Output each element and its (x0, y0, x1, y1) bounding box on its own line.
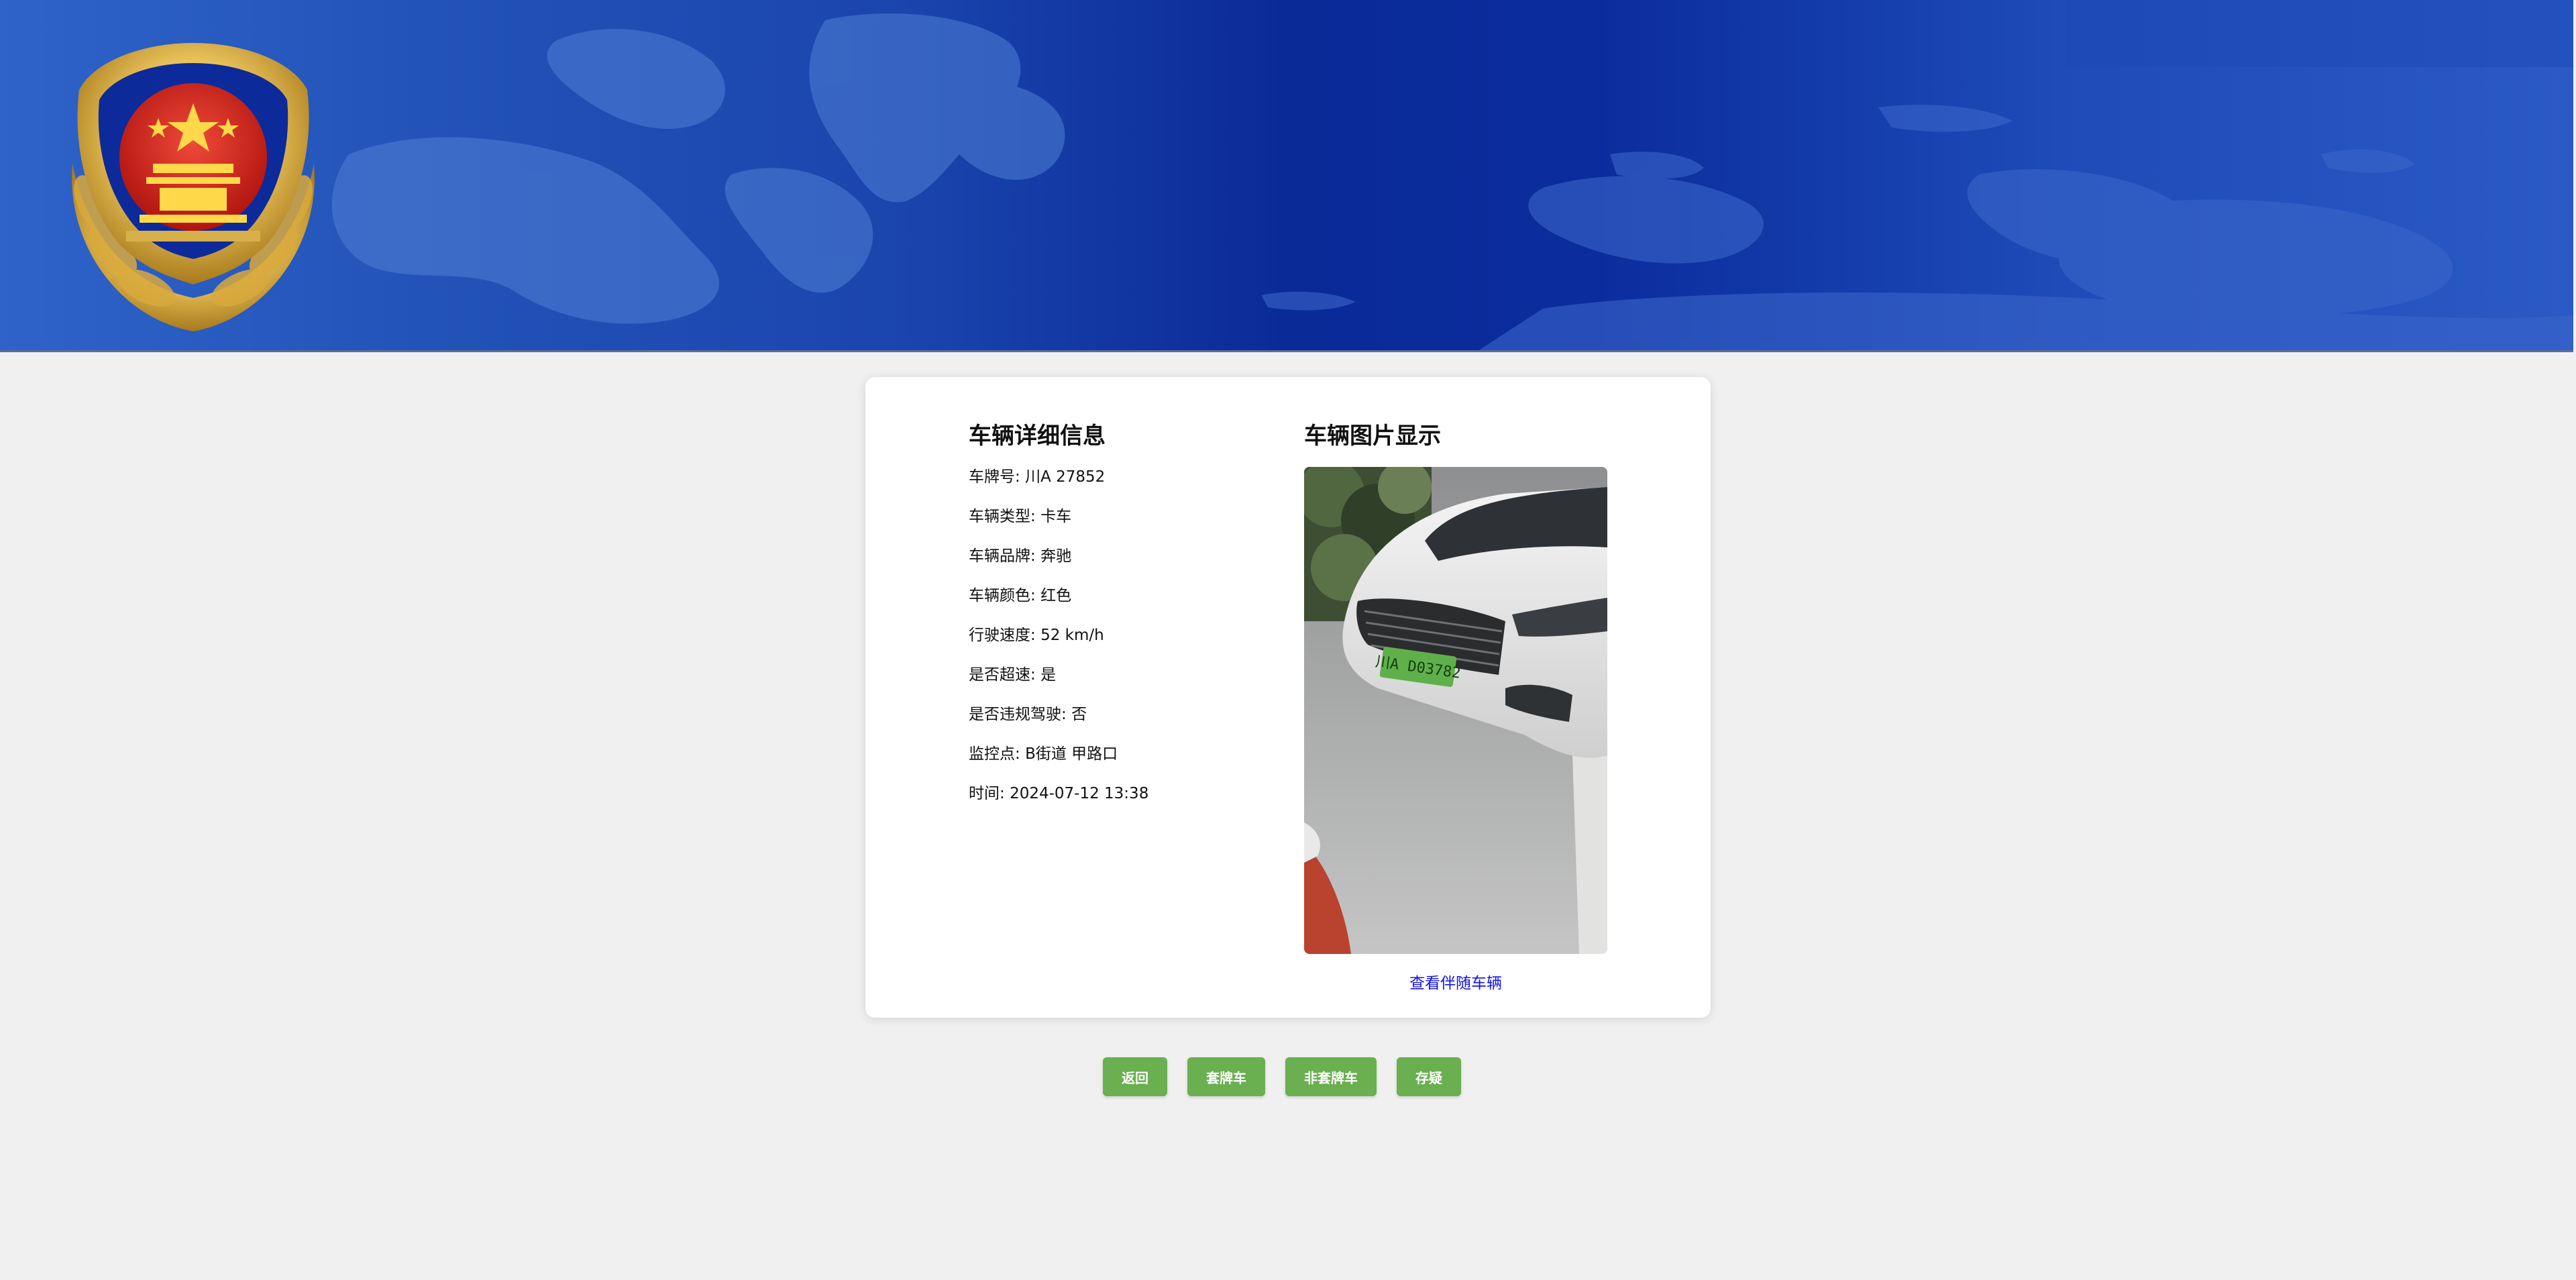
vehicle-brand-value: 奔驰 (1040, 547, 1072, 565)
field-label: 是否违规驾驶 (969, 706, 1071, 723)
vehicle-color-value: 红色 (1040, 587, 1072, 604)
world-map-background (331, 0, 2573, 350)
field-label: 是否超速 (969, 666, 1040, 684)
field-label: 车辆品牌 (969, 547, 1040, 565)
not-cloned-plate-button[interactable]: 非套牌车 (1285, 1057, 1377, 1096)
vehicle-detail-card: 车辆详细信息 车牌号川A 27852 车辆类型卡车 车辆品牌奔驰 车辆颜色红色 … (865, 377, 1711, 1018)
vehicle-color-row: 车辆颜色红色 (969, 586, 1264, 625)
field-label: 车牌号 (969, 468, 1025, 486)
field-label: 行驶速度 (969, 627, 1040, 644)
cloned-plate-button[interactable]: 套牌车 (1187, 1057, 1265, 1096)
vehicle-image-title: 车辆图片显示 (1304, 423, 1441, 449)
suspicious-button[interactable]: 存疑 (1397, 1057, 1461, 1096)
vehicle-type-row: 车辆类型卡车 (969, 506, 1264, 546)
vehicle-info-list: 车牌号川A 27852 车辆类型卡车 车辆品牌奔驰 车辆颜色红色 行驶速度52 … (969, 467, 1264, 823)
speeding-row: 是否超速是 (969, 665, 1264, 704)
vehicle-info-section: 车辆详细信息 车牌号川A 27852 车辆类型卡车 车辆品牌奔驰 车辆颜色红色 … (969, 419, 1264, 823)
vehicle-info-title: 车辆详细信息 (969, 423, 1106, 449)
plate-number-row: 车牌号川A 27852 (969, 467, 1264, 506)
action-button-bar: 返回 套牌车 非套牌车 存疑 (1103, 1057, 1461, 1096)
vehicle-image-section: 车辆图片显示 川A D03782 查看伴随车辆 (1304, 419, 1607, 993)
monitor-point-row: 监控点B街道 甲路口 (969, 744, 1264, 784)
field-label: 时间 (969, 785, 1010, 802)
violation-row: 是否违规驾驶否 (969, 704, 1264, 744)
field-label: 车辆类型 (969, 508, 1040, 525)
vehicle-brand-row: 车辆品牌奔驰 (969, 546, 1264, 586)
field-label: 监控点 (969, 745, 1025, 763)
speed-value: 52 km/h (1040, 627, 1104, 644)
monitor-point-value: B街道 甲路口 (1025, 745, 1118, 763)
time-row: 时间2024-07-12 13:38 (969, 784, 1264, 823)
field-label: 车辆颜色 (969, 587, 1040, 604)
plate-number-value: 川A 27852 (1025, 468, 1106, 486)
time-value: 2024-07-12 13:38 (1010, 785, 1149, 802)
speed-row: 行驶速度52 km/h (969, 625, 1264, 665)
vehicle-photo: 川A D03782 (1304, 467, 1607, 954)
header-banner (0, 0, 2573, 352)
police-emblem-icon (72, 43, 315, 331)
view-companion-vehicles-link[interactable]: 查看伴随车辆 (1304, 970, 1607, 993)
violation-value: 否 (1071, 706, 1087, 723)
back-button[interactable]: 返回 (1103, 1057, 1167, 1096)
speeding-value: 是 (1040, 666, 1057, 684)
vehicle-type-value: 卡车 (1040, 508, 1072, 525)
